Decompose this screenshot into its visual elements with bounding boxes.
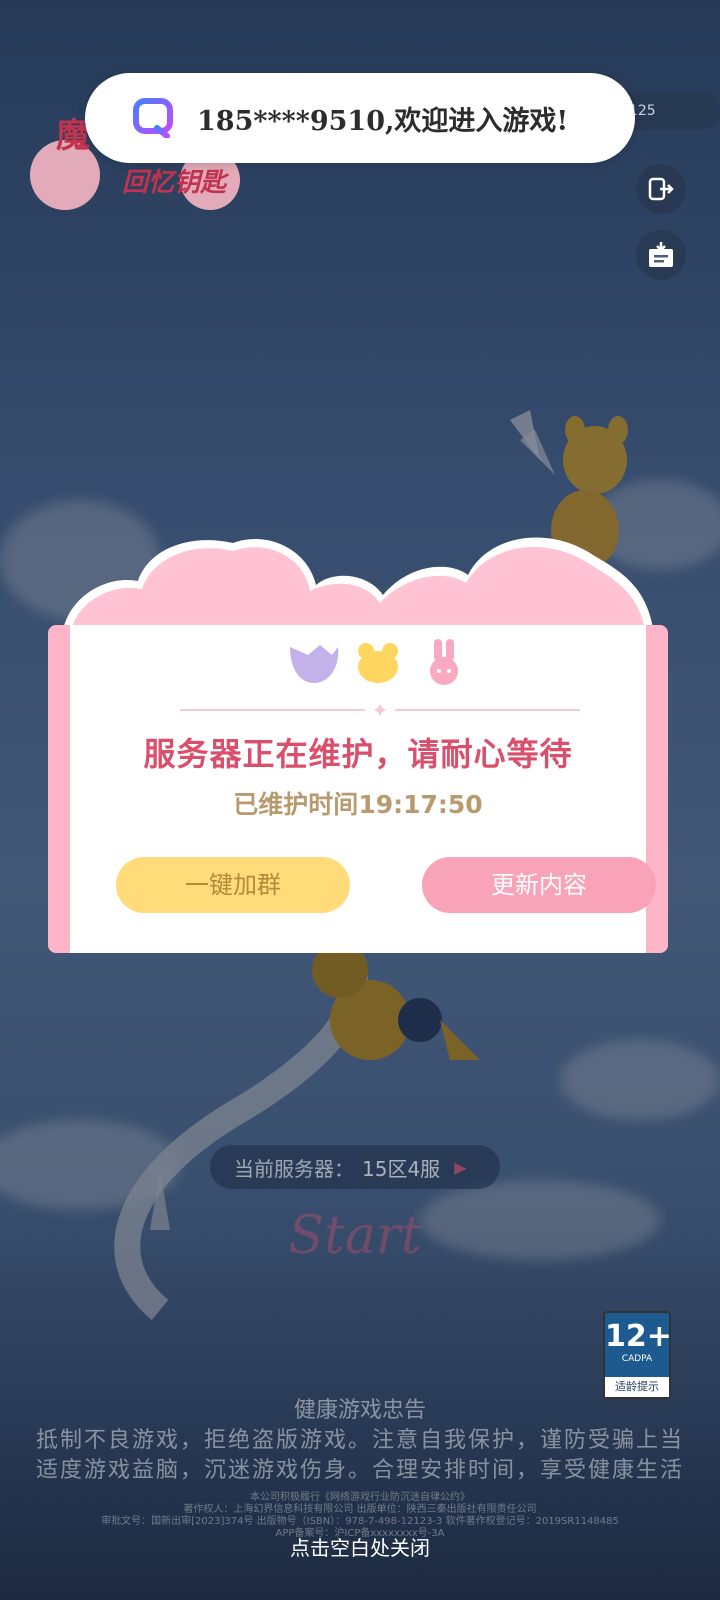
cloud-header-decoration: [62, 537, 654, 635]
maintenance-dialog: 服务器正在维护，请耐心等待 已维护时间19:17:50 一键加群 更新内容: [48, 525, 668, 955]
elapsed-label: 已维护时间: [233, 790, 359, 819]
server-selector[interactable]: 当前服务器： 15区4服 ▶: [210, 1145, 500, 1189]
welcome-toast: 185****9510,欢迎进入游戏!: [85, 73, 635, 163]
server-value: 15区4服: [362, 1156, 441, 1181]
update-content-button[interactable]: 更新内容: [422, 857, 656, 913]
health-notice-line: 适度游戏益脑，沉迷游戏伤身。合理安排时间，享受健康生活: [35, 1458, 684, 1483]
maintenance-title: 服务器正在维护，请耐心等待: [143, 735, 573, 773]
copyright-line: 本公司积极履行《网络游戏行业防沉迷自律公约》: [250, 1492, 470, 1503]
elapsed-value: 19:17:50: [358, 790, 483, 819]
dialog-card: 服务器正在维护，请耐心等待 已维护时间19:17:50 一键加群 更新内容: [48, 625, 668, 953]
start-label: Start: [288, 1206, 422, 1266]
age-rating-tip: 适龄提示: [605, 1377, 669, 1397]
logout-icon: [648, 177, 674, 201]
health-notice-title: 健康游戏忠告: [293, 1398, 426, 1423]
toast-message: 185****9510,欢迎进入游戏!: [197, 105, 569, 137]
chevron-right-icon: ▶: [454, 1157, 467, 1177]
join-group-button[interactable]: 一键加群: [116, 857, 350, 913]
notice-board-icon: [649, 242, 673, 267]
notice-button[interactable]: [636, 230, 686, 280]
start-button[interactable]: Start: [195, 1200, 515, 1272]
age-rating-badge[interactable]: 12+ CADPA 适龄提示: [603, 1311, 672, 1399]
tap-blank-to-close-hint: 点击空白处关闭: [290, 1536, 430, 1560]
age-rating-number: 12+: [605, 1319, 672, 1354]
logo-subtitle: 回忆钥匙: [122, 168, 227, 198]
mascot-icons-row: [290, 639, 458, 685]
dialog-body: 服务器正在维护，请耐心等待 已维护时间19:17:50 一键加群 更新内容: [70, 625, 656, 953]
chat-bubble-q-icon: [133, 98, 173, 138]
health-notice: 健康游戏忠告 抵制不良游戏，拒绝盗版游戏。注意自我保护，谨防受骗上当 适度游戏益…: [0, 1396, 720, 1486]
copyright-line: 审批文号：国新出审[2023]374号 出版物号（ISBN）：978-7-498…: [101, 1516, 619, 1527]
divider-star: [180, 704, 580, 716]
age-rating-org: CADPA: [621, 1354, 653, 1364]
logout-button[interactable]: [636, 164, 686, 214]
server-label: 当前服务器：: [234, 1156, 354, 1181]
maintenance-elapsed: 已维护时间19:17:50: [70, 785, 646, 821]
health-notice-line: 抵制不良游戏，拒绝盗版游戏。注意自我保护，谨防受骗上当: [35, 1428, 684, 1453]
copyright-line: 著作权人：上海幻界信息科技有限公司 出版单位：陕西三秦出版社有限责任公司: [183, 1504, 537, 1515]
